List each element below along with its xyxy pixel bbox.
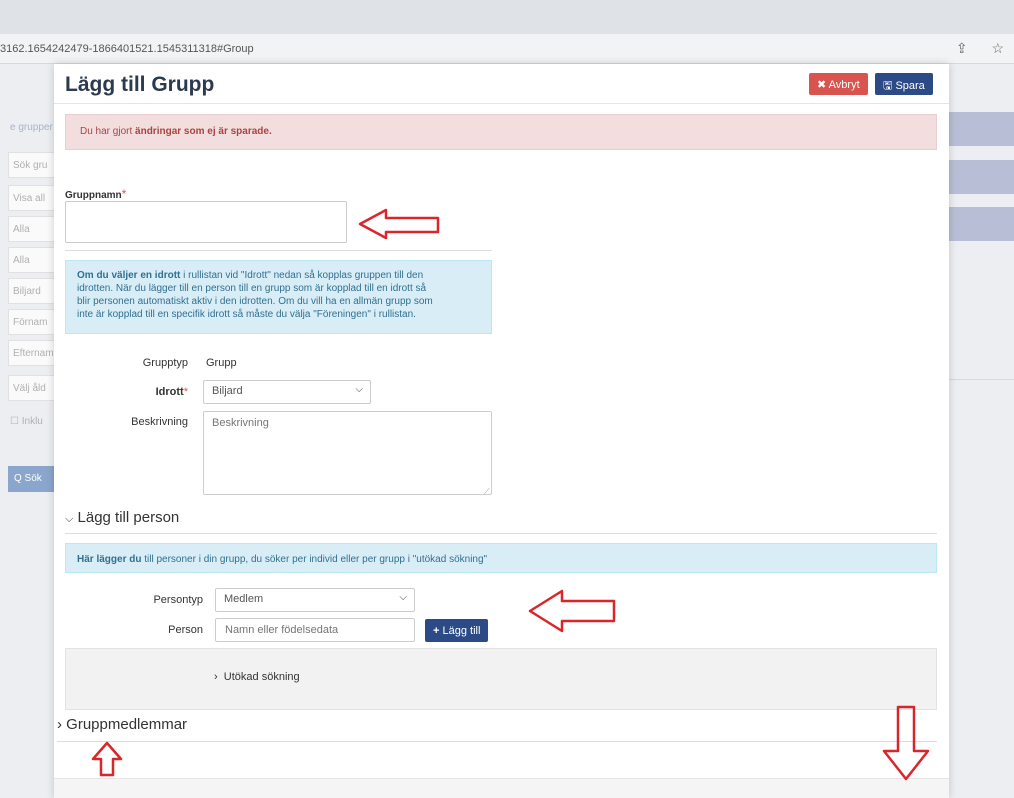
person-type-select[interactable]: Medlem ⌵ <box>215 588 415 612</box>
description-label: Beskrivning <box>131 416 188 428</box>
chevron-down-icon: ⌵ <box>399 592 407 603</box>
modal-header: Lägg till Grupp ✖ Avbryt 🖫 Spara <box>54 64 949 104</box>
add-person-button[interactable]: + Lägg till <box>425 619 489 642</box>
modal-footer <box>54 778 949 798</box>
annotation-arrow-up-icon <box>91 741 123 777</box>
group-name-label: Gruppnamn* <box>65 187 127 201</box>
description-textarea[interactable] <box>203 411 492 495</box>
browser-toolbar-icons: ⇪ ☆ <box>956 40 1014 57</box>
annotation-arrow-left-icon <box>528 589 616 633</box>
annotation-arrow-left-icon <box>358 208 440 240</box>
group-members-section-toggle[interactable]: › Gruppmedlemmar <box>57 716 187 733</box>
person-search-input[interactable] <box>215 618 415 642</box>
sport-info-alert: Om du väljer en idrott i rullistan vid "… <box>65 260 492 334</box>
browser-address-bar[interactable]: 3162.1654242479-1866401521.1545311318#Gr… <box>0 34 1014 64</box>
bg-panel-header-1 <box>940 112 1014 146</box>
annotation-arrow-down-icon <box>882 705 930 781</box>
unsaved-changes-alert: Du har gjort ändringar som ej är sparade… <box>65 114 937 150</box>
star-icon[interactable]: ☆ <box>991 40 1014 56</box>
extended-search-toggle[interactable]: › Utökad sökning <box>214 671 300 683</box>
background-filter-panel: e grupper Sök gru Visa all Alla Alla Bil… <box>0 64 68 798</box>
url-text[interactable]: 3162.1654242479-1866401521.1545311318#Gr… <box>0 43 254 55</box>
group-name-input[interactable] <box>65 201 347 243</box>
modal-title: Lägg till Grupp <box>65 73 215 96</box>
browser-tab-strip <box>0 0 1014 34</box>
close-icon: ✖ <box>817 78 827 91</box>
sport-label: Idrott* <box>155 386 188 398</box>
share-icon[interactable]: ⇪ <box>956 40 978 56</box>
chevron-right-icon: › <box>57 716 62 733</box>
bg-divider <box>940 379 1014 380</box>
plus-icon: + <box>433 624 440 637</box>
sport-select[interactable]: Biljard ⌵ <box>203 380 371 404</box>
add-person-divider <box>65 533 937 534</box>
person-label: Person <box>168 624 203 636</box>
group-type-label: Grupptyp <box>142 357 188 369</box>
resize-handle-icon[interactable]: ⟋ <box>484 487 490 497</box>
chevron-right-icon: › <box>214 671 218 683</box>
add-person-section-toggle[interactable]: ⌵ Lägg till person <box>65 509 179 526</box>
bg-include-checkbox: ☐ Inklu <box>10 416 43 427</box>
bg-groups-label: e grupper <box>10 122 53 133</box>
bg-panel-header-3 <box>940 207 1014 241</box>
save-button[interactable]: 🖫 Spara <box>875 73 933 95</box>
group-members-divider <box>57 741 937 742</box>
extended-search-panel: › Utökad sökning <box>65 648 937 710</box>
floppy-disk-icon: 🖫 <box>883 80 893 92</box>
group-type-value: Grupp <box>206 357 237 369</box>
chevron-down-icon: ⌵ <box>355 384 363 395</box>
person-type-label: Persontyp <box>153 594 203 606</box>
cancel-button[interactable]: ✖ Avbryt <box>809 73 868 95</box>
add-group-modal: Lägg till Grupp ✖ Avbryt 🖫 Spara Du har … <box>54 64 949 798</box>
add-person-info-alert: Här lägger du till personer i din grupp,… <box>65 543 937 573</box>
group-name-divider <box>65 250 492 251</box>
chevron-down-icon: ⌵ <box>65 513 74 525</box>
bg-panel-header-2 <box>940 160 1014 194</box>
